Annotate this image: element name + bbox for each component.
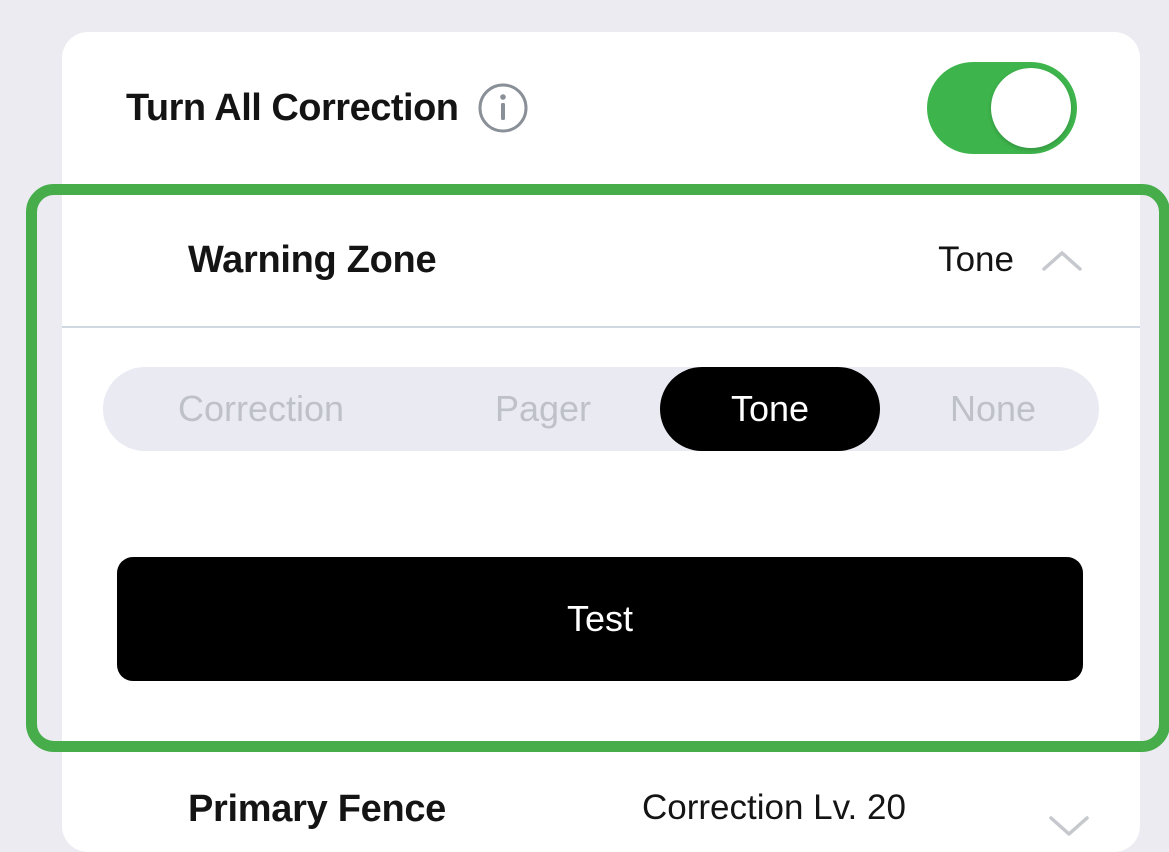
- warning-zone-value: Tone: [938, 240, 1014, 279]
- warning-type-segmented-control: Correction Pager Tone None: [103, 367, 1099, 451]
- chevron-down-icon[interactable]: [1047, 814, 1091, 838]
- primary-fence-row[interactable]: Primary Fence Correction Lv. 20: [62, 762, 1140, 852]
- warning-zone-summary: Tone: [938, 240, 1084, 280]
- toggle-knob: [991, 68, 1071, 148]
- segment-pager[interactable]: Pager: [463, 367, 623, 451]
- turn-all-correction-row: Turn All Correction: [126, 58, 1081, 158]
- segment-tone-selected[interactable]: Tone: [660, 367, 880, 451]
- warning-zone-title: Warning Zone: [188, 238, 437, 281]
- segment-none[interactable]: None: [913, 367, 1073, 451]
- turn-all-correction-toggle[interactable]: [927, 62, 1077, 154]
- info-icon[interactable]: [477, 82, 529, 134]
- section-divider: [62, 326, 1140, 328]
- master-label-group: Turn All Correction: [126, 82, 529, 134]
- primary-fence-value: Correction Lv. 20: [642, 788, 906, 827]
- primary-fence-title: Primary Fence: [188, 788, 447, 830]
- test-button[interactable]: Test: [117, 557, 1083, 681]
- warning-zone-header[interactable]: Warning Zone Tone: [62, 195, 1140, 325]
- chevron-up-icon[interactable]: [1040, 248, 1084, 272]
- segment-correction[interactable]: Correction: [141, 367, 381, 451]
- turn-all-correction-label: Turn All Correction: [126, 86, 459, 129]
